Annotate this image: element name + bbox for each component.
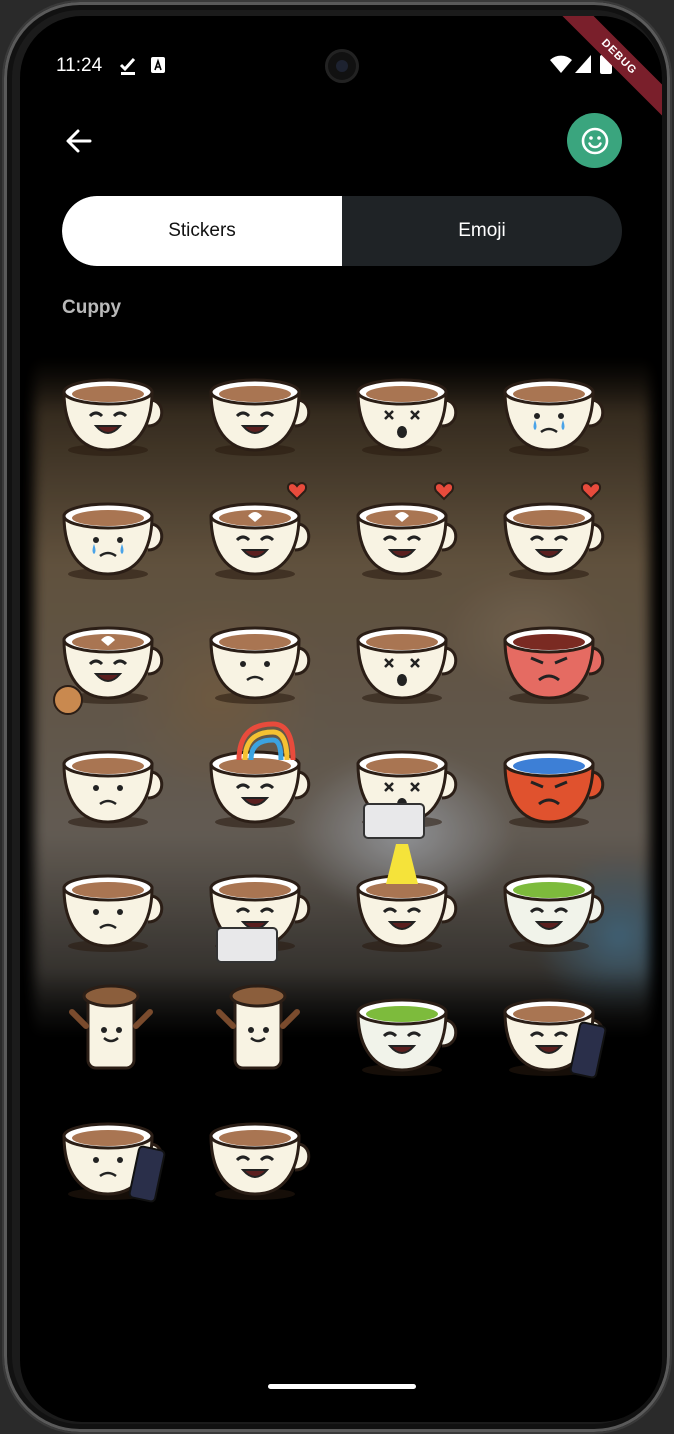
keyboard-a-icon [151,57,165,73]
sticker-cup-melting-cry[interactable] [46,472,176,602]
paper-cup-wave-icon [69,984,153,1070]
sticker-mug-angry-orange[interactable] [487,720,617,850]
cup-latte-hearts-icon [209,482,311,580]
back-button[interactable] [60,122,98,160]
cup-rainbow-icon [209,721,311,828]
sticker-cup-laptop-error[interactable] [340,720,470,850]
cup-confused-icon [62,750,164,828]
paper-cup-dance-icon [216,984,300,1070]
home-indicator[interactable] [268,1384,416,1389]
sticker-cup-splash-dizzy[interactable] [340,596,470,726]
sticker-cup-spotlight[interactable] [340,844,470,974]
tab-emoji[interactable]: Emoji [342,196,622,266]
mug-angry-orange-icon [503,750,605,828]
cup-happy-icon [62,378,164,456]
check-notification-icon [119,57,136,75]
sticker-cup-crying-spill[interactable] [487,348,617,478]
sticker-cup-broken-heart-latte[interactable] [340,472,470,602]
cup-crying-spill-icon [503,378,605,456]
cup-laptop-error-icon [356,750,458,839]
cup-splash-dizzy-icon [356,626,458,704]
emoji-picker-button[interactable] [567,113,622,168]
sticker-cup-latte-hearts[interactable] [193,472,323,602]
wifi-icon [550,55,572,73]
screen: 11:24 DEBUG Stickers Emoji Cuppy [20,16,662,1422]
cup-phone-low-battery-icon [62,1122,166,1203]
cup-low-battery-icon [62,874,164,952]
cup-broken-heart-latte-icon [356,482,458,580]
sticker-cup-angry-red[interactable] [487,596,617,726]
bowl-sick-green-icon [503,874,605,952]
tab-bar: Stickers Emoji [62,196,622,266]
cups-couple-heart-icon [503,482,605,580]
sticker-cup-rainbow[interactable] [193,720,323,850]
front-camera [325,49,359,83]
sticker-cups-couple-heart[interactable] [487,472,617,602]
cup-melting-cry-icon [62,502,164,580]
sticker-cup-dizzy-tilt[interactable] [340,348,470,478]
cup-laughing-2-icon [209,1122,311,1200]
cup-spotlight-icon [356,844,458,952]
sticker-cup-low-battery[interactable] [46,844,176,974]
cup-laughing-icon [209,378,311,456]
sticker-cup-phone-low-battery[interactable] [46,1092,176,1222]
sticker-cup-happy[interactable] [46,348,176,478]
signal-icon [575,55,591,73]
sticker-paper-cup-dance[interactable] [193,968,323,1098]
cup-dizzy-tilt-icon [356,378,458,456]
cup-latte-cookie-icon [53,626,164,715]
sticker-cup-laughing-2[interactable] [193,1092,323,1222]
sticker-paper-cup-wave[interactable] [46,968,176,1098]
cup-phone-icon [503,998,607,1079]
matcha-bowl-icon [356,998,458,1076]
sticker-cup-confused[interactable] [46,720,176,850]
sticker-cup-sad-steam[interactable] [193,596,323,726]
cup-laptop-night-icon [209,874,311,963]
sticker-cup-laptop-night[interactable] [193,844,323,974]
smiley-icon [581,127,608,154]
sticker-bowl-sick-green[interactable] [487,844,617,974]
sticker-matcha-bowl[interactable] [340,968,470,1098]
status-time: 11:24 [56,55,103,76]
cup-angry-red-icon [503,626,605,704]
sticker-cup-laughing[interactable] [193,348,323,478]
cup-sad-steam-icon [209,626,311,704]
tab-stickers[interactable]: Stickers [62,196,342,266]
arrow-left-icon [66,129,92,153]
pack-title: Cuppy [62,297,122,318]
sticker-cup-latte-cookie[interactable] [46,596,176,726]
sticker-cup-phone[interactable] [487,968,617,1098]
phone-frame: 11:24 DEBUG Stickers Emoji Cuppy [4,2,670,1432]
